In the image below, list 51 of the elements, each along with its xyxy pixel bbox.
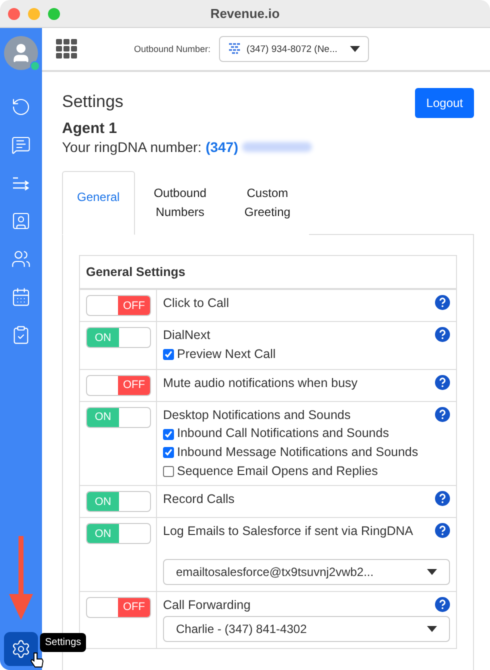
setting-label: Mute audio notifications when busy [163,376,358,392]
table-heading: General Settings [80,256,456,290]
select-dropdown[interactable]: emailtosalesforce@tx9tsuvnj2vwb2... [163,558,450,585]
tooltip: Settings [40,633,86,652]
logout-button[interactable]: Logout [415,88,474,118]
caret-icon [427,568,437,575]
tasks-icon [11,325,31,345]
setting-label: Call Forwarding [163,598,251,614]
chat-icon [11,135,31,155]
checkbox-option[interactable]: Sequence Email Opens and Replies [163,464,450,480]
blurred-block [242,142,312,152]
setting-label: Record Calls [163,492,235,508]
settings-icon [11,639,31,659]
outbound-number-dropdown[interactable]: (347) 934-8072 (Ne... [218,36,369,62]
app-grid-icon[interactable] [56,39,78,59]
checkbox[interactable] [163,428,174,440]
checkbox-option[interactable]: Preview Next Call [163,347,450,363]
caret-icon [350,46,360,52]
help-icon[interactable] [435,596,450,612]
settings-tab[interactable]: General [62,171,135,236]
phone-number: (347) [206,139,238,155]
user-avatar[interactable] [4,36,38,70]
checkbox[interactable] [163,466,174,477]
help-icon[interactable] [435,295,450,310]
setting-label: Log Emails to Salesforce if sent via RingDNA [163,524,414,540]
page-title: Settings [62,92,124,112]
checkbox-option[interactable]: Inbound Call Notifications and Sounds [163,426,450,442]
close-window-button[interactable] [8,8,20,20]
people-icon [11,249,31,269]
agent-name: Agent 1 [62,120,118,137]
help-icon[interactable] [435,523,450,538]
refresh-icon [11,97,31,117]
outbound-number-label: Outbound Number: [134,44,211,54]
select-dropdown[interactable]: Charlie - (347) 841-4302 [163,616,450,642]
number-label: Your ringDNA number: [62,139,202,155]
help-icon[interactable] [435,406,450,422]
number-list-icon [228,43,242,55]
checkbox[interactable] [163,349,174,360]
help-icon[interactable] [435,491,450,506]
help-icon[interactable] [435,374,450,390]
help-icon[interactable] [435,327,450,342]
setting-label: DialNext [163,328,210,344]
caret-icon [427,626,437,632]
setting-label: Click to Call [163,296,229,312]
calendar-icon [11,287,31,307]
checkbox[interactable] [163,447,174,458]
settings-nav-button[interactable] [4,632,38,666]
checkbox-option[interactable]: Inbound Message Notifications and Sounds [163,444,450,460]
window-title: Revenue.io [210,6,280,21]
contact-icon [11,211,31,231]
setting-label: Desktop Notifications and Sounds [163,408,351,424]
